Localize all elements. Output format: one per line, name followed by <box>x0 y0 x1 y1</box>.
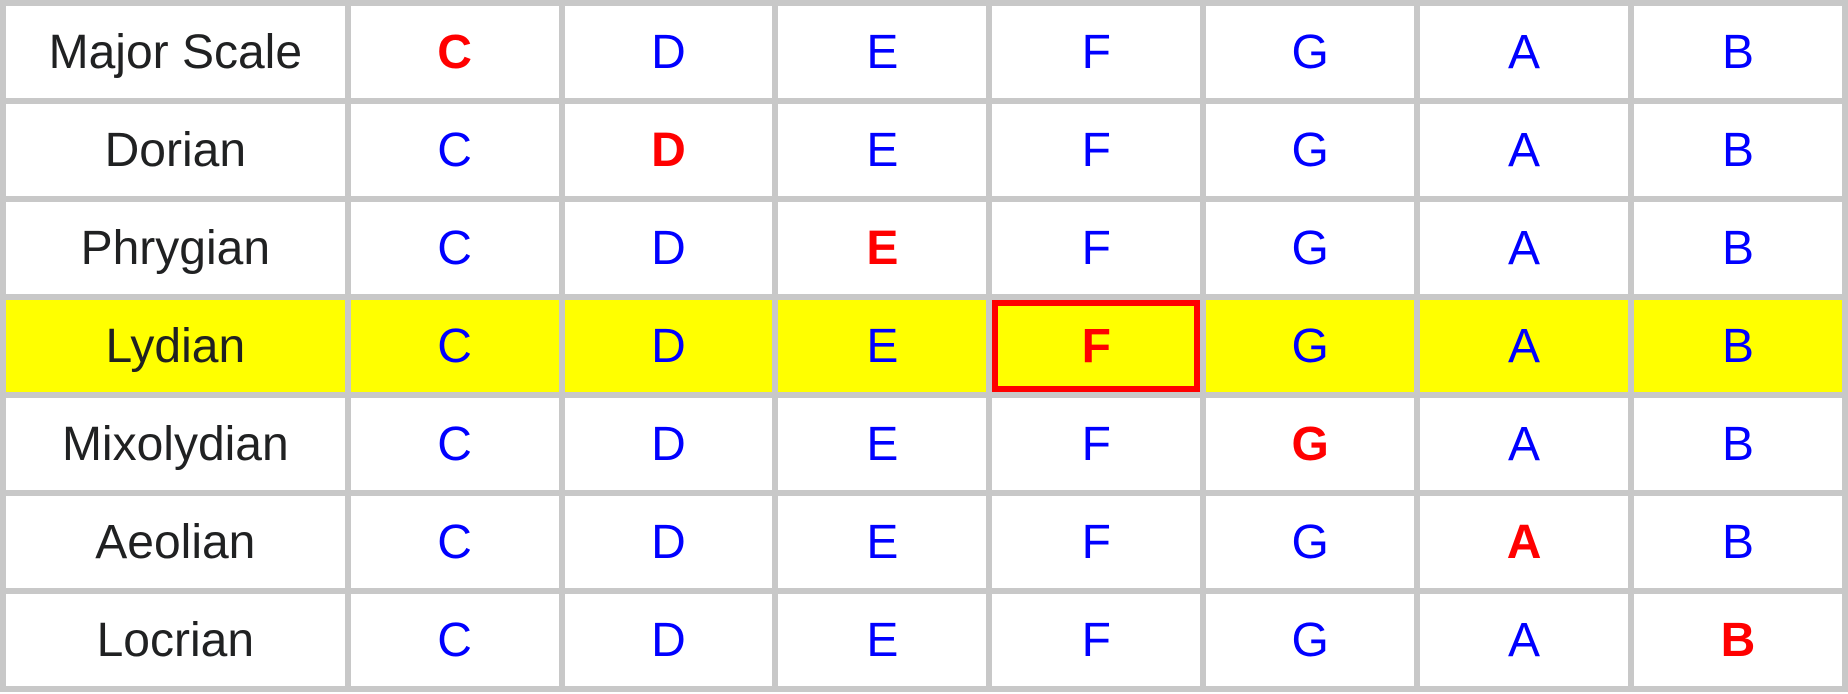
note-cell: C <box>351 6 559 98</box>
note-cell: F <box>992 202 1200 294</box>
mode-name-cell: Locrian <box>6 594 345 686</box>
note-cell-highlighted: F <box>992 300 1200 392</box>
note-cell: D <box>565 300 773 392</box>
table-row: Aeolian C D E F G A B <box>6 496 1842 588</box>
note-cell: G <box>1206 300 1414 392</box>
mode-name-cell: Lydian <box>6 300 345 392</box>
table-row-highlighted: Lydian C D E F G A B <box>6 300 1842 392</box>
note-cell: A <box>1420 202 1628 294</box>
table-row: Mixolydian C D E F G A B <box>6 398 1842 490</box>
note-cell: F <box>992 104 1200 196</box>
note-cell: A <box>1420 6 1628 98</box>
note-cell: B <box>1634 202 1842 294</box>
note-cell: E <box>778 6 986 98</box>
mode-name-cell: Aeolian <box>6 496 345 588</box>
note-cell: E <box>778 594 986 686</box>
note-cell: G <box>1206 594 1414 686</box>
table-row: Major Scale C D E F G A B <box>6 6 1842 98</box>
note-cell: B <box>1634 398 1842 490</box>
note-cell: A <box>1420 300 1628 392</box>
note-cell: G <box>1206 496 1414 588</box>
note-cell: E <box>778 398 986 490</box>
note-cell: B <box>1634 594 1842 686</box>
table-row: Dorian C D E F G A B <box>6 104 1842 196</box>
note-cell: D <box>565 6 773 98</box>
note-cell: A <box>1420 496 1628 588</box>
note-cell: G <box>1206 104 1414 196</box>
table-row: Locrian C D E F G A B <box>6 594 1842 686</box>
note-cell: G <box>1206 202 1414 294</box>
mode-name-cell: Dorian <box>6 104 345 196</box>
note-cell: D <box>565 398 773 490</box>
note-cell: F <box>992 594 1200 686</box>
modes-table: Major Scale C D E F G A B Dorian C D E F… <box>0 0 1848 692</box>
note-cell: B <box>1634 300 1842 392</box>
note-cell: F <box>992 6 1200 98</box>
mode-name-cell: Mixolydian <box>6 398 345 490</box>
note-cell: C <box>351 398 559 490</box>
note-cell: D <box>565 496 773 588</box>
note-cell: F <box>992 496 1200 588</box>
note-cell: C <box>351 202 559 294</box>
note-cell: G <box>1206 6 1414 98</box>
note-cell: C <box>351 104 559 196</box>
note-cell: A <box>1420 398 1628 490</box>
note-cell: B <box>1634 6 1842 98</box>
note-cell: B <box>1634 496 1842 588</box>
mode-name-cell: Major Scale <box>6 6 345 98</box>
table-row: Phrygian C D E F G A B <box>6 202 1842 294</box>
mode-name-cell: Phrygian <box>6 202 345 294</box>
note-cell: E <box>778 104 986 196</box>
note-cell: E <box>778 300 986 392</box>
note-cell: D <box>565 202 773 294</box>
note-cell: B <box>1634 104 1842 196</box>
note-cell: C <box>351 300 559 392</box>
note-cell: C <box>351 594 559 686</box>
note-cell: A <box>1420 104 1628 196</box>
note-cell: D <box>565 594 773 686</box>
note-cell: A <box>1420 594 1628 686</box>
note-cell: D <box>565 104 773 196</box>
note-cell: E <box>778 496 986 588</box>
note-cell: C <box>351 496 559 588</box>
note-cell: F <box>992 398 1200 490</box>
note-cell: E <box>778 202 986 294</box>
note-cell: G <box>1206 398 1414 490</box>
